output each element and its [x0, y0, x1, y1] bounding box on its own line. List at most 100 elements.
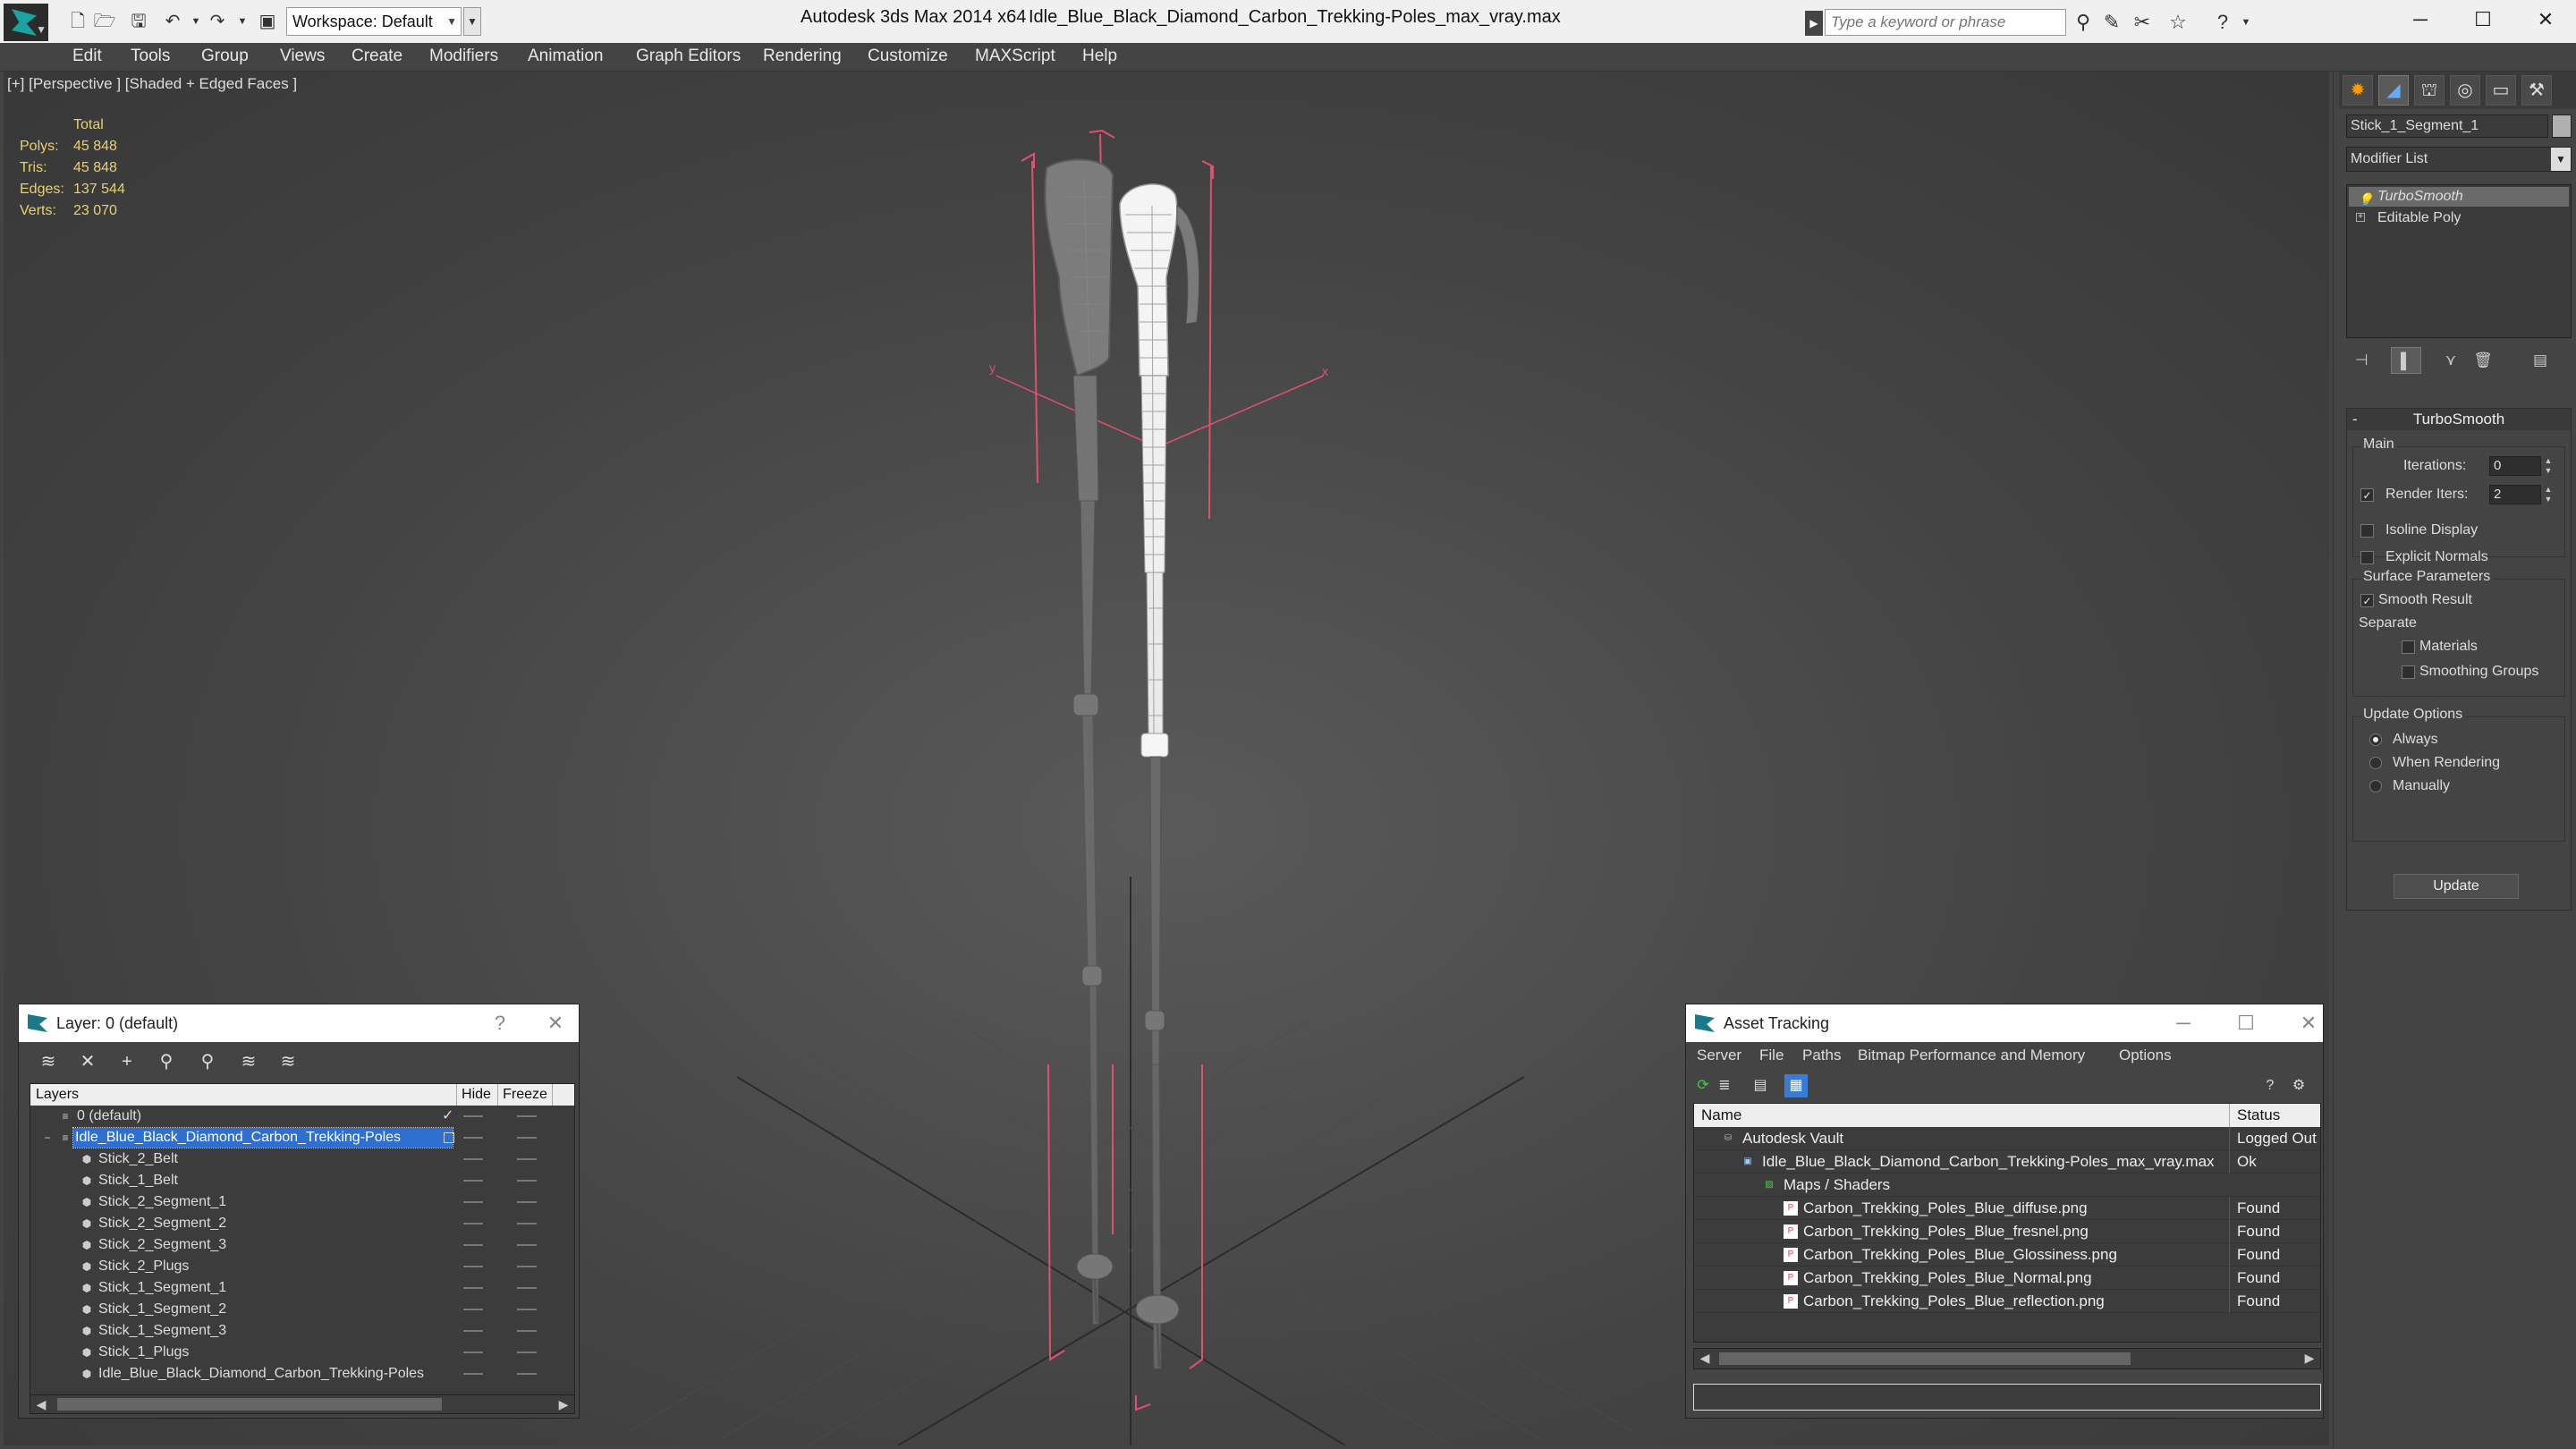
stack-item-editable-poly[interactable]: + Editable Poly — [2349, 208, 2569, 228]
asset-window-titlebar[interactable]: Asset Tracking ─ ☐ ✕ — [1686, 1004, 2323, 1042]
menu-modifiers[interactable]: Modifiers — [429, 47, 498, 66]
display-tab-icon[interactable]: ▭ — [2486, 75, 2516, 106]
asset-row[interactable]: P Carbon_Trekking_Poles_Blue_Glossiness.… — [1694, 1243, 2320, 1267]
hide-toggle[interactable] — [463, 1266, 483, 1267]
freeze-toggle[interactable] — [517, 1266, 537, 1267]
redo-dropdown-icon[interactable]: ▼ — [231, 11, 254, 32]
open-file-icon[interactable]: 🗁 — [93, 11, 116, 32]
expand-icon[interactable]: + — [2356, 213, 2365, 222]
close-icon[interactable]: ✕ — [2519, 4, 2572, 36]
freeze-toggle[interactable] — [517, 1115, 537, 1117]
asset-path-field[interactable] — [1693, 1384, 2321, 1411]
asset-horizontal-scrollbar[interactable]: ◀ ▶ — [1693, 1348, 2321, 1369]
render-iters-spinner[interactable]: 2 — [2489, 485, 2541, 504]
subscription-icon[interactable]: ✎ — [2098, 11, 2125, 34]
asset-menu-paths[interactable]: Paths — [1802, 1046, 1841, 1064]
make-current-checkbox[interactable] — [444, 1132, 454, 1143]
favorites-star-icon[interactable]: ☆ — [2165, 11, 2191, 34]
freeze-toggle[interactable] — [517, 1330, 537, 1332]
spinner-arrows-icon[interactable]: ▲ ▼ — [2543, 485, 2554, 504]
thumbnail-view-icon[interactable]: ▤ — [1749, 1074, 1772, 1097]
menu-customize[interactable]: Customize — [868, 47, 948, 66]
show-end-result-icon[interactable]: ▌ — [2391, 347, 2421, 374]
freeze-toggle[interactable] — [517, 1309, 537, 1310]
modifier-list-dropdown[interactable]: Modifier List ▼ — [2346, 147, 2572, 172]
menu-animation[interactable]: Animation — [528, 47, 604, 66]
hide-toggle[interactable] — [463, 1244, 483, 1246]
menu-maxscript[interactable]: MAXScript — [975, 47, 1055, 66]
list-view-icon[interactable]: ≣ — [1713, 1074, 1736, 1097]
freeze-all-layers-icon[interactable]: ≋ — [275, 1049, 301, 1074]
menu-rendering[interactable]: Rendering — [763, 47, 842, 66]
scroll-right-icon[interactable]: ▶ — [555, 1395, 572, 1413]
help-dropdown-icon[interactable]: ▼ — [2233, 11, 2259, 34]
menu-views[interactable]: Views — [280, 47, 325, 66]
hide-toggle[interactable] — [463, 1180, 483, 1182]
undo-icon[interactable]: ↶ — [161, 11, 184, 32]
menu-graph-editors[interactable]: Graph Editors — [636, 47, 741, 66]
help-icon[interactable]: ? — [2258, 1074, 2282, 1097]
smooth-result-checkbox[interactable]: ✓ — [2360, 594, 2374, 607]
configure-modifier-sets-icon[interactable]: ▤ — [2525, 347, 2555, 374]
object-name-field[interactable]: Stick_1_Segment_1 — [2346, 114, 2548, 138]
add-to-layer-icon[interactable]: + — [114, 1049, 140, 1074]
collapse-icon[interactable]: − — [41, 1131, 54, 1144]
create-tab-icon[interactable]: ✹ — [2343, 75, 2373, 106]
freeze-toggle[interactable] — [517, 1158, 537, 1160]
create-layer-icon[interactable]: ≋ — [35, 1049, 62, 1074]
hierarchy-tab-icon[interactable]: ⛫ — [2414, 75, 2445, 106]
delete-layer-icon[interactable]: ✕ — [74, 1049, 101, 1074]
object-row[interactable]: ⬢ Stick_1_Segment_1 — [30, 1277, 567, 1299]
close-icon[interactable]: ✕ — [538, 1004, 573, 1042]
asset-list[interactable]: Name Status ⛁ Autodesk Vault Logged Out … — [1693, 1103, 2321, 1343]
materials-checkbox[interactable] — [2402, 640, 2415, 654]
asset-menu-file[interactable]: File — [1759, 1046, 1784, 1064]
scroll-left-icon[interactable]: ◀ — [32, 1395, 50, 1413]
minimize-icon[interactable]: ─ — [2394, 4, 2447, 36]
asset-row[interactable]: P Carbon_Trekking_Poles_Blue_reflection.… — [1694, 1290, 2320, 1313]
table-view-icon[interactable]: ▦ — [1784, 1074, 1808, 1097]
asset-menu-server[interactable]: Server — [1697, 1046, 1741, 1064]
layer-horizontal-scrollbar[interactable]: ◀ ▶ — [30, 1394, 575, 1414]
search-input[interactable] — [1825, 9, 2066, 36]
select-objects-in-layer-icon[interactable]: ⚲ — [153, 1049, 180, 1074]
modifier-stack[interactable]: 💡 TurboSmooth + Editable Poly — [2346, 184, 2572, 338]
asset-menu-bitmap-performance[interactable]: Bitmap Performance and Memory — [1858, 1046, 2085, 1064]
object-row[interactable]: ⬢ Stick_1_Segment_3 — [30, 1320, 567, 1342]
redo-icon[interactable]: ↷ — [206, 11, 229, 32]
menu-group[interactable]: Group — [201, 47, 249, 66]
make-unique-icon[interactable]: ⋎ — [2436, 347, 2466, 374]
help-icon[interactable]: ? — [482, 1004, 518, 1042]
freeze-toggle[interactable] — [517, 1201, 537, 1203]
remove-modifier-icon[interactable]: 🗑 — [2468, 347, 2498, 374]
freeze-toggle[interactable] — [517, 1373, 537, 1375]
minimize-icon[interactable]: ─ — [2165, 1004, 2201, 1042]
object-row[interactable]: ⬢ Stick_2_Segment_2 — [30, 1213, 567, 1234]
col-status[interactable]: Status — [2229, 1104, 2320, 1127]
menu-help[interactable]: Help — [1082, 47, 1117, 66]
col-name[interactable]: Name — [1701, 1104, 1741, 1127]
freeze-toggle[interactable] — [517, 1352, 537, 1353]
maximize-icon[interactable]: ☐ — [2456, 4, 2510, 36]
freeze-toggle[interactable] — [517, 1244, 537, 1246]
always-radio[interactable] — [2369, 733, 2382, 746]
viewport-label[interactable]: [+] [Perspective ] [Shaded + Edged Faces… — [7, 75, 297, 93]
binoculars-icon[interactable]: ⚲ — [2070, 11, 2097, 34]
asset-row[interactable]: P Carbon_Trekking_Poles_Blue_Normal.png … — [1694, 1267, 2320, 1290]
hide-toggle[interactable] — [463, 1309, 483, 1310]
hide-toggle[interactable] — [463, 1158, 483, 1160]
refresh-icon[interactable]: ⟳ — [1691, 1074, 1715, 1097]
asset-menu-options[interactable]: Options — [2119, 1046, 2172, 1064]
workspace-menu-button[interactable]: ▼ — [463, 7, 481, 36]
close-icon[interactable]: ✕ — [2291, 1004, 2326, 1042]
lightbulb-icon[interactable]: 💡 — [2358, 190, 2373, 209]
stack-item-turbosmooth[interactable]: 💡 TurboSmooth — [2349, 187, 2569, 207]
col-hide[interactable]: Hide — [456, 1084, 496, 1106]
highlight-layer-icon[interactable]: ⚲ — [194, 1049, 221, 1074]
layer-list[interactable]: Layers Hide Freeze ≡ 0 (default) ✓ − ≡ I… — [30, 1083, 575, 1411]
hide-toggle[interactable] — [463, 1115, 483, 1117]
undo-dropdown-icon[interactable]: ▼ — [184, 11, 208, 32]
hide-toggle[interactable] — [463, 1373, 483, 1375]
manually-radio[interactable] — [2369, 780, 2382, 792]
asset-row[interactable]: ▣ Idle_Blue_Black_Diamond_Carbon_Trekkin… — [1694, 1150, 2320, 1174]
